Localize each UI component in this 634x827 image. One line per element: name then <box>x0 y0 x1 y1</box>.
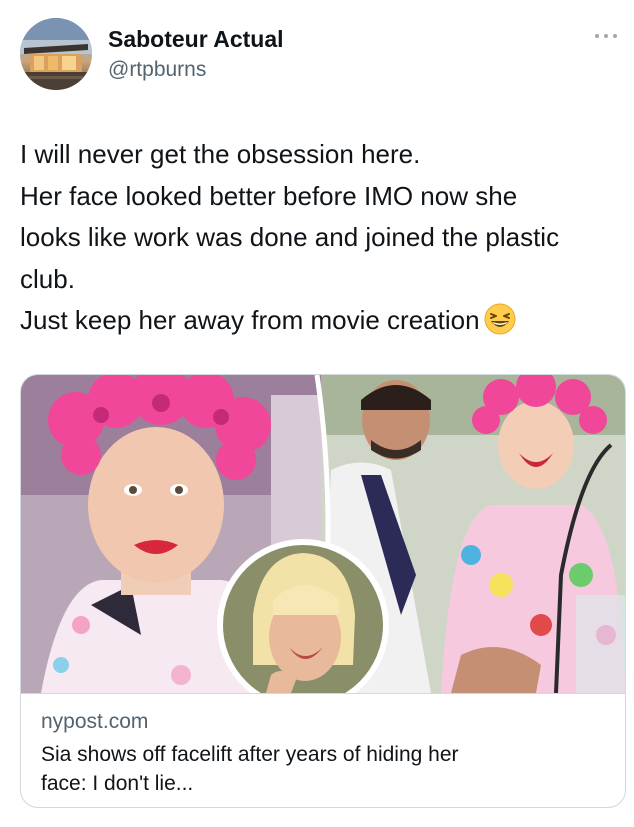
article-photo-collage[interactable] <box>21 375 625 693</box>
tweet-text: I will never get the obsession here. Her… <box>20 134 620 342</box>
avatar-photo-modern-house <box>20 18 92 90</box>
tweet-text-line: club. <box>20 263 75 294</box>
grinning-squinting-face-icon <box>484 303 516 335</box>
tweet-text-line-content: Just keep her away from movie creation <box>20 305 480 335</box>
tweet-text-line: looks like work was done and joined the … <box>20 222 560 252</box>
link-card-title: Sia shows off facelift after years of hi… <box>41 740 611 798</box>
display-name[interactable]: Saboteur Actual <box>108 26 284 53</box>
more-horizontal-icon[interactable] <box>594 28 620 44</box>
link-card-meta[interactable]: nypost.com Sia shows off facelift after … <box>21 693 625 807</box>
tweet-text-line-last: Just keep her away from movie creation <box>20 300 620 342</box>
tweet-header: Saboteur Actual @rtpburns <box>20 18 620 90</box>
link-card-title-line: Sia shows off facelift after years of hi… <box>41 743 459 766</box>
handle[interactable]: @rtpburns <box>108 58 206 82</box>
link-card[interactable]: nypost.com Sia shows off facelift after … <box>20 374 626 808</box>
link-card-title-line: face: I don't lie... <box>41 772 194 795</box>
tweet-text-line: I will never get the obsession here. <box>20 139 421 169</box>
link-card-domain: nypost.com <box>41 710 149 733</box>
avatar[interactable] <box>20 18 92 90</box>
tweet-text-line: Her face looked better before IMO now sh… <box>20 180 518 211</box>
